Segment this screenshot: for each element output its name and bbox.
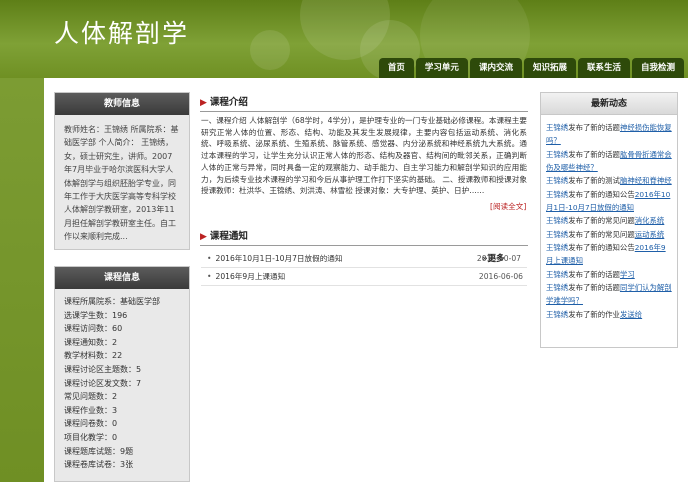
nav-home[interactable]: 首页: [378, 58, 414, 78]
read-more-link[interactable]: [阅读全文]: [490, 201, 526, 212]
course-stat: 课程所属院系：基础医学部: [64, 297, 160, 306]
news-author[interactable]: 王锦绣: [546, 243, 568, 252]
news-item: 王锦绣发布了新的话题神经损伤能恢复吗？: [546, 121, 672, 147]
course-stat: 课程题库试题：9题: [64, 446, 134, 456]
course-stat: 项目化教学：0: [64, 432, 118, 442]
course-info-panel: 课程信息 课程所属院系：基础医学部 选课学生数：196 课程访问数：60 课程通…: [54, 266, 190, 482]
bullet-icon: •: [207, 254, 212, 263]
nav-self-test[interactable]: 自我检测: [631, 58, 684, 78]
news-author[interactable]: 王锦绣: [546, 176, 568, 185]
news-author[interactable]: 王锦绣: [546, 190, 568, 199]
arrow-icon: ▶: [200, 232, 207, 242]
nav-knowledge[interactable]: 知识拓展: [523, 58, 576, 78]
notice-item[interactable]: • 2016年10月1日-10月7日放假的通知 2016-10-07: [201, 250, 527, 268]
course-stat: 课程作业数：3: [64, 405, 118, 415]
notice-title: 2016年10月1日-10月7日放假的通知: [215, 254, 343, 263]
news-author[interactable]: 王锦绣: [546, 123, 568, 132]
news-link[interactable]: 发送给: [620, 310, 642, 319]
notice-title: 2016年9月上课通知: [215, 272, 286, 281]
course-stat: 课程讨论区主题数：5: [64, 364, 142, 374]
news-author[interactable]: 王锦绣: [546, 310, 568, 319]
course-intro-text: 一、课程介绍 人体解剖学（68学时，4学分），是护理专业的一门专业基础必修课程。…: [201, 116, 527, 196]
news-link[interactable]: 学习: [620, 270, 635, 279]
news-link[interactable]: 运动系统: [635, 230, 665, 239]
news-action: 发布了新的常见问题: [568, 229, 635, 239]
course-notice-heading: ▶ 课程通知: [200, 230, 528, 246]
course-intro-heading-text: 课程介绍: [209, 97, 248, 108]
nav-life[interactable]: 联系生活: [577, 58, 630, 78]
course-stat: 课程卷库试卷：3张: [64, 460, 134, 470]
news-item: 王锦绣发布了新的测试脑神经和脊神经: [546, 174, 672, 187]
course-stat: 课程问卷数：0: [64, 419, 118, 429]
site-title: 人体解剖学: [54, 19, 190, 48]
news-action: 发布了新的话题: [568, 149, 620, 159]
news-action: 发布了新的通知公告: [568, 189, 635, 199]
news-action: 发布了新的常见问题: [568, 216, 635, 226]
course-info-heading: 课程信息: [55, 267, 189, 289]
notice-date: 2016-06-06: [478, 272, 523, 281]
course-stat: 教学材料数：22: [64, 351, 123, 361]
latest-news-heading: 最新动态: [541, 93, 677, 115]
main-nav: 首页 学习单元 课内交流 知识拓展 联系生活 自我检测: [378, 58, 684, 78]
news-action: 发布了新的通知公告: [568, 242, 635, 252]
news-action: 发布了新的话题: [568, 269, 620, 279]
left-margin: [0, 78, 44, 482]
latest-news-panel: 最新动态 王锦绣发布了新的话题神经损伤能恢复吗？ 王锦绣发布了新的话题肱骨骨折通…: [540, 92, 678, 348]
news-item: 王锦绣发布了新的通知公告2016年10月1日-10月7日放假的通知: [546, 188, 672, 214]
news-author[interactable]: 王锦绣: [546, 230, 568, 239]
nav-discussion[interactable]: 课内交流: [469, 58, 522, 78]
course-stat: 常见问题数：2: [64, 392, 118, 402]
news-item: 王锦绣发布了新的作业发送给: [546, 308, 672, 321]
news-link[interactable]: 消化系统: [635, 216, 665, 225]
news-action: 发布了新的话题: [568, 282, 620, 292]
teacher-info-panel: 教师信息 教师姓名：王锦绣 所属院系：基础医学部 个人简介： 王锦绣，女，硕士研…: [54, 92, 190, 250]
course-notice-heading-text: 课程通知: [209, 231, 248, 242]
news-action: 发布了新的话题: [568, 123, 620, 132]
nav-study-units[interactable]: 学习单元: [415, 58, 468, 78]
site-header: 人体解剖学 首页 学习单元 课内交流 知识拓展 联系生活 自我检测: [0, 0, 688, 80]
bullet-icon: •: [207, 272, 212, 281]
news-author[interactable]: 王锦绣: [546, 270, 568, 279]
teacher-info-text: 教师姓名：王锦绣 所属院系：基础医学部 个人简介： 王锦绣，女，硕士研究生，讲师…: [64, 125, 179, 242]
news-author[interactable]: 王锦绣: [546, 150, 568, 159]
course-stat: 选课学生数：196: [64, 310, 128, 320]
course-stat: 课程访问数：60: [64, 324, 123, 334]
latest-news-list: 王锦绣发布了新的话题神经损伤能恢复吗？ 王锦绣发布了新的话题肱骨骨折通常会伤及哪…: [541, 115, 677, 327]
news-author[interactable]: 王锦绣: [546, 216, 568, 225]
news-item: 王锦绣发布了新的话题同学们认为解剖学难学吗？: [546, 281, 672, 307]
news-item: 王锦绣发布了新的话题肱骨骨折通常会伤及哪些神经？: [546, 148, 672, 174]
news-item: 王锦绣发布了新的话题学习: [546, 268, 672, 281]
notice-date: 2016-10-07: [476, 254, 521, 263]
news-action: 发布了新的测试: [568, 176, 620, 186]
news-item: 王锦绣发布了新的常见问题消化系统: [546, 214, 672, 227]
notice-item[interactable]: • 2016年9月上课通知 2016-06-06: [201, 268, 527, 286]
news-item: 王锦绣发布了新的通知公告2016年9月上课通知: [546, 241, 672, 267]
course-stat: 课程讨论区发文数：7: [64, 378, 142, 388]
course-stat: 课程通知数：2: [64, 337, 118, 347]
course-stats-list: 课程所属院系：基础医学部 选课学生数：196 课程访问数：60 课程通知数：2 …: [55, 289, 189, 478]
news-link[interactable]: 脑神经和脊神经: [620, 176, 672, 185]
news-author[interactable]: 王锦绣: [546, 283, 568, 292]
news-item: 王锦绣发布了新的常见问题运动系统: [546, 228, 672, 241]
news-action: 发布了新的作业: [568, 309, 620, 319]
teacher-info-heading: 教师信息: [55, 93, 189, 115]
course-intro-heading: ▶ 课程介绍: [200, 96, 528, 112]
arrow-icon: ▶: [200, 98, 207, 108]
